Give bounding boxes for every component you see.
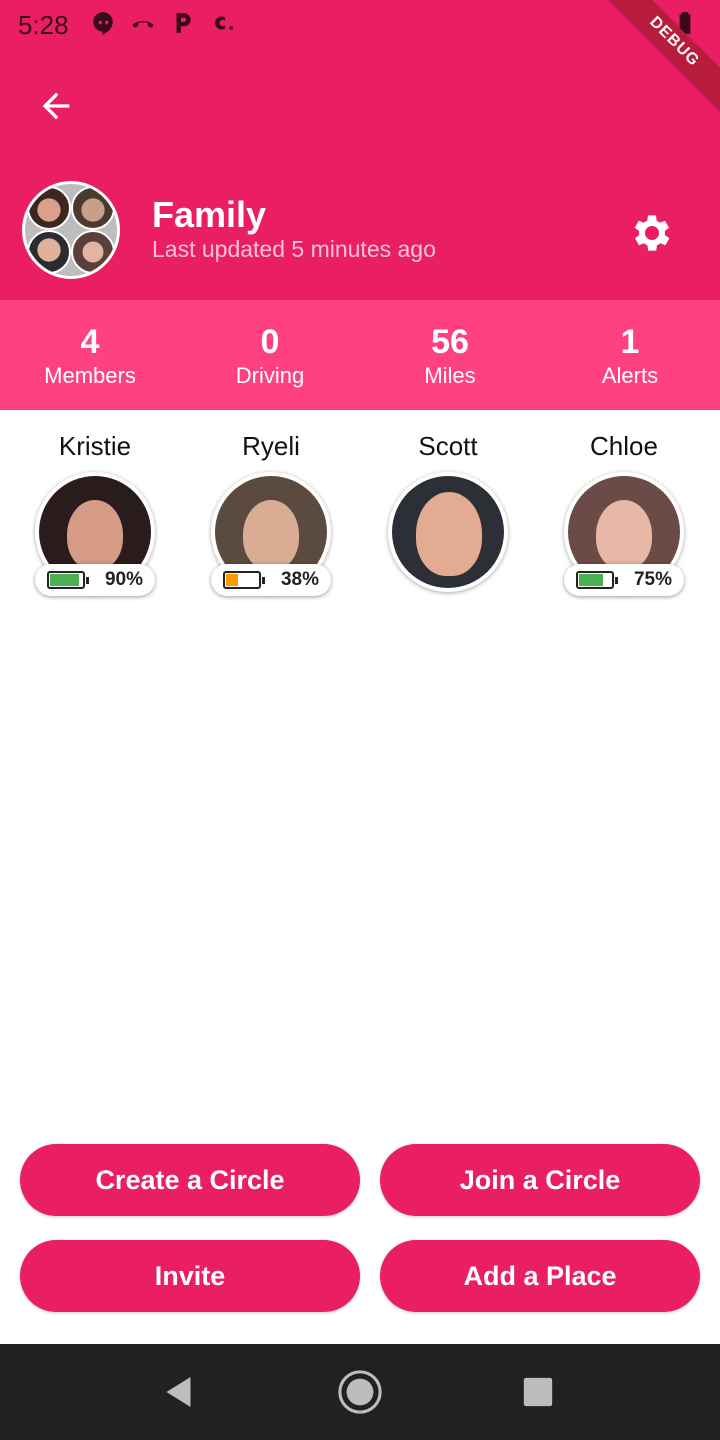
avatar-quadrant [71,186,115,230]
stat-members[interactable]: 4 Members [0,300,180,410]
member-chloe[interactable]: Chloe 75% [539,420,709,596]
avatar-quadrant [71,230,115,274]
nav-recents-button[interactable] [514,1368,562,1416]
stat-miles[interactable]: 56 Miles [360,300,540,410]
member-avatar[interactable]: 38% [211,472,331,596]
member-ryeli[interactable]: Ryeli 38% [186,420,356,596]
circle-name: Family [152,194,267,235]
arrow-left-icon [42,92,70,120]
square-recents-icon [523,1377,553,1407]
circle-avatar[interactable] [22,181,120,279]
avatar-quadrant [27,230,71,274]
member-name: Kristie [58,431,132,461]
missed-call-icon [132,21,154,28]
notification-icons [90,10,236,36]
circle-stats: 4 Members 0 Driving 56 Miles 1 Alerts [0,300,720,410]
app-header: Family Last updated 5 minutes ago [0,48,720,300]
settings-button[interactable] [624,205,680,261]
member-avatar[interactable]: 75% [564,472,684,596]
battery-percent: 38% [280,569,319,590]
system-nav-bar [0,1344,720,1440]
member-scott[interactable]: Scott [363,420,533,592]
stat-value: 56 [431,323,469,361]
stat-value: 4 [80,323,100,361]
circle-home-icon [338,1370,382,1414]
last-updated-text: Last updated 5 minutes ago [152,236,436,262]
hangouts-icon [93,12,113,35]
member-kristie[interactable]: Kristie 90% [10,420,180,596]
battery-indicator: 38% [211,564,331,596]
stat-label: Miles [424,363,476,388]
member-name: Ryeli [242,431,300,461]
gear-icon [634,215,670,251]
battery-icon [223,571,265,589]
stat-label: Driving [235,363,305,388]
member-name: Scott [418,431,478,461]
avatar-quadrant [27,186,71,230]
nav-home-button[interactable] [336,1368,384,1416]
status-time: 5:28 [18,10,69,40]
stat-value: 0 [260,323,280,361]
create-circle-button[interactable]: Create a Circle [20,1144,360,1216]
status-bar: 5:28 [0,0,720,48]
battery-indicator: 90% [35,564,155,596]
battery-percent: 75% [633,569,672,590]
add-place-button[interactable]: Add a Place [380,1240,700,1312]
stat-value: 1 [620,323,640,361]
member-avatar[interactable] [388,472,508,592]
battery-icon [576,571,618,589]
triangle-back-icon [166,1377,191,1407]
nav-back-button[interactable] [156,1368,204,1416]
back-button[interactable] [28,78,84,134]
battery-indicator: 75% [564,564,684,596]
app-c-icon [215,16,233,30]
stat-label: Alerts [601,363,659,388]
stat-driving[interactable]: 0 Driving [180,300,360,410]
stat-alerts[interactable]: 1 Alerts [540,300,720,410]
join-circle-button[interactable]: Join a Circle [380,1144,700,1216]
battery-percent: 90% [104,569,143,590]
stat-label: Members [44,363,136,388]
member-name: Chloe [590,431,658,461]
invite-button[interactable]: Invite [20,1240,360,1312]
parking-icon [176,13,191,33]
battery-icon [47,571,89,589]
member-list: Kristie 90% Ryeli 38% Scott Chloe 75% [0,420,720,620]
member-avatar[interactable]: 90% [35,472,155,596]
